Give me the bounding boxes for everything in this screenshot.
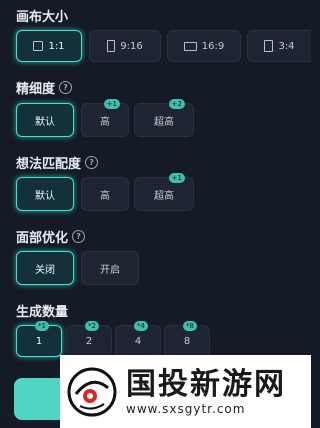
count-1-button[interactable]: *1 1 (16, 321, 62, 357)
watermark-logo (66, 366, 118, 418)
detail-ultra-button[interactable]: +2 超高 (134, 99, 194, 137)
square-ratio-icon (33, 41, 44, 51)
cost-badge: +2 (168, 99, 185, 109)
detail-title: 精细度 ? (16, 78, 73, 97)
count-2-button[interactable]: *2 2 (66, 321, 112, 357)
help-icon[interactable]: ? (85, 156, 99, 169)
match-high-button[interactable]: 高 (81, 177, 129, 211)
watermark-overlay: 国投新游网 www.sxsgytr.com (60, 355, 311, 428)
ratio-16-9-button[interactable]: 16:9 (167, 30, 241, 62)
cost-badge: +1 (168, 173, 185, 183)
portrait-ratio-icon (264, 40, 274, 52)
help-icon[interactable]: ? (72, 230, 86, 243)
ratio-1-1-button[interactable]: 1:1 (16, 30, 82, 62)
detail-high-button[interactable]: +1 高 (81, 99, 129, 137)
match-ultra-button[interactable]: +1 超高 (134, 173, 194, 211)
match-default-button[interactable]: 默认 (16, 177, 74, 211)
watermark-url: www.sxsgytr.com (126, 401, 246, 416)
count-8-button[interactable]: *8 8 (164, 321, 210, 357)
face-title: 面部优化 ? (16, 227, 86, 246)
landscape-ratio-icon (183, 41, 197, 51)
cost-badge: +1 (103, 99, 120, 109)
watermark-title: 国投新游网 (126, 366, 286, 402)
help-icon[interactable]: ? (59, 81, 73, 94)
cost-badge: *4 (134, 321, 148, 331)
ratio-9-16-button[interactable]: 9:16 (89, 30, 161, 62)
match-title: 想法匹配度 ? (16, 153, 99, 172)
count-4-button[interactable]: *4 4 (115, 321, 161, 357)
detail-default-button[interactable]: 默认 (16, 103, 74, 137)
cost-badge: *8 (183, 321, 197, 331)
cost-badge: *2 (85, 321, 99, 331)
ratio-3-4-button[interactable]: 3:4 (247, 30, 311, 62)
canvas-size-title: 画布大小 (16, 10, 69, 25)
portrait-ratio-icon (107, 40, 116, 52)
face-on-button[interactable]: 开启 (81, 251, 139, 285)
count-title: 生成数量 (16, 305, 69, 320)
face-off-button[interactable]: 关闭 (16, 251, 74, 285)
cost-badge: *1 (35, 321, 49, 331)
